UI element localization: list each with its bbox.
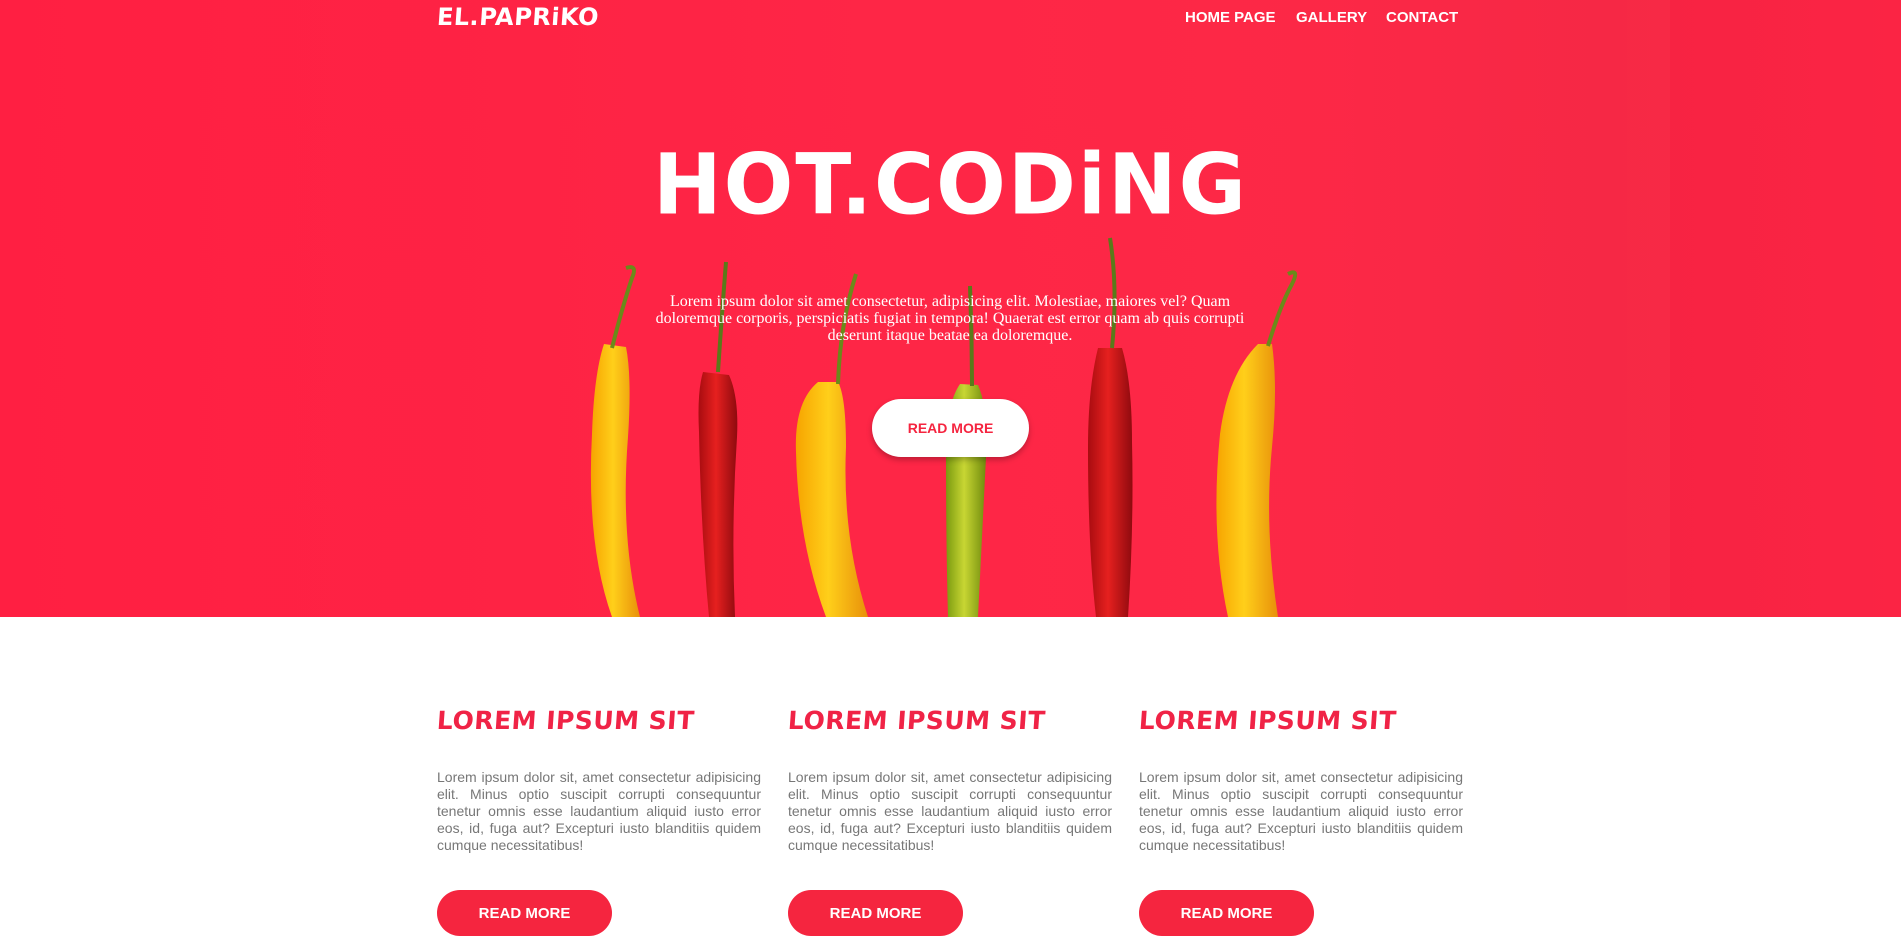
hero-read-more-button[interactable]: READ MORE [872,399,1029,457]
pepper-red-1 [698,372,738,617]
pepper-yellow-2 [795,382,868,617]
card-read-more-button[interactable]: READ MORE [788,890,963,936]
card-text: Lorem ipsum dolor sit, amet consectetur … [788,769,1112,853]
nav-contact[interactable]: CONTACT [1386,9,1458,26]
card-read-more-button[interactable]: READ MORE [1139,890,1314,936]
feature-card-3: LOREM IPSUM SIT Lorem ipsum dolor sit, a… [1137,706,1463,936]
hero-title: HOT.CODiNG [653,137,1248,234]
card-text: Lorem ipsum dolor sit, amet consectetur … [437,769,761,853]
feature-card-1: LOREM IPSUM SIT Lorem ipsum dolor sit, a… [435,706,761,936]
nav-gallery[interactable]: GALLERY [1296,9,1367,26]
pepper-yellow-3 [1216,344,1278,617]
pepper-red-2 [1088,348,1133,617]
card-read-more-button[interactable]: READ MORE [437,890,612,936]
main-nav: HOME PAGE GALLERY CONTACT [0,9,1901,29]
card-title: LOREM IPSUM SIT [1137,706,1398,735]
hero-section: EL.PAPRiKO HOME PAGE GALLERY CONTACT HOT… [0,0,1901,617]
card-title: LOREM IPSUM SIT [435,706,696,735]
hero-description: Lorem ipsum dolor sit amet consectetur, … [655,293,1245,344]
pepper-yellow-1 [590,344,640,617]
card-title: LOREM IPSUM SIT [786,706,1047,735]
feature-card-2: LOREM IPSUM SIT Lorem ipsum dolor sit, a… [786,706,1112,936]
nav-home-page[interactable]: HOME PAGE [1185,9,1276,26]
card-text: Lorem ipsum dolor sit, amet consectetur … [1139,769,1463,853]
